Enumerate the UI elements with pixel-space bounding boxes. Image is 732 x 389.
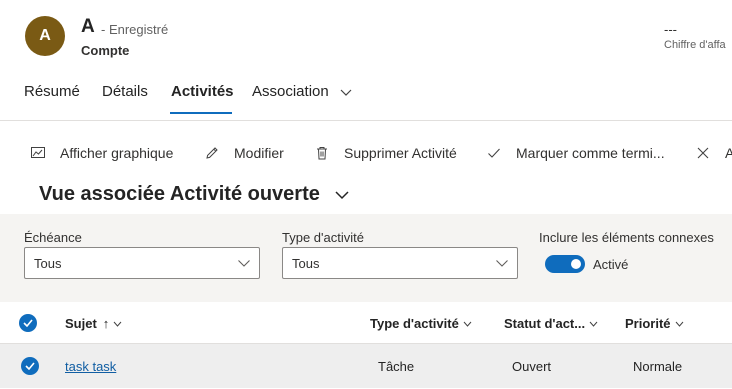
delete-activity-button[interactable]: Supprimer Activité bbox=[314, 138, 457, 168]
row-activity-type: Tâche bbox=[378, 359, 415, 374]
tab-association[interactable]: Association bbox=[252, 83, 329, 100]
more-command-label: A bbox=[725, 145, 732, 161]
header-field-label: Chiffre d'affa bbox=[664, 39, 726, 51]
pencil-icon bbox=[206, 147, 218, 159]
column-header-activity-type[interactable]: Type d'activité bbox=[370, 316, 472, 331]
record-entity-type: Compte bbox=[81, 43, 130, 58]
activity-type-filter-value: Tous bbox=[292, 255, 320, 271]
include-related-label: Inclure les éléments connexes bbox=[539, 230, 714, 245]
chart-icon bbox=[31, 147, 45, 158]
mark-complete-label: Marquer comme termi... bbox=[516, 145, 665, 161]
select-all-checkbox[interactable] bbox=[19, 314, 37, 332]
chevron-down-icon bbox=[589, 321, 598, 327]
active-tab-indicator bbox=[170, 112, 232, 114]
show-chart-label: Afficher graphique bbox=[60, 145, 174, 161]
chevron-down-icon bbox=[675, 321, 683, 327]
grid-header-row: Sujet ↑ Type d'activité Statut d'act... … bbox=[0, 302, 732, 344]
sort-ascending-icon: ↑ bbox=[102, 316, 110, 331]
row-priority: Normale bbox=[633, 359, 683, 374]
tab-summary[interactable]: Résumé bbox=[24, 83, 80, 100]
due-filter-value: Tous bbox=[34, 255, 62, 271]
more-command-button[interactable]: A bbox=[695, 138, 732, 168]
close-icon bbox=[697, 147, 709, 159]
chevron-down-icon bbox=[496, 260, 508, 267]
edit-label: Modifier bbox=[234, 145, 284, 161]
form-tabs: Résumé Détails Activités Association bbox=[0, 76, 732, 116]
view-selector-title[interactable]: Vue associée Activité ouverte bbox=[39, 183, 320, 206]
toggle-knob bbox=[571, 259, 581, 269]
column-header-activity-type-label: Type d'activité bbox=[370, 316, 459, 331]
due-filter-dropdown[interactable]: Tous bbox=[24, 247, 260, 279]
column-header-subject[interactable]: Sujet ↑ bbox=[65, 316, 122, 331]
activity-type-filter-label: Type d'activité bbox=[282, 230, 364, 245]
chevron-down-icon bbox=[113, 321, 122, 327]
tab-activities[interactable]: Activités bbox=[171, 83, 234, 100]
column-header-activity-status-label: Statut d'act... bbox=[504, 316, 586, 331]
trash-icon bbox=[317, 147, 327, 160]
row-subject-link[interactable]: task task bbox=[65, 359, 116, 374]
tab-details[interactable]: Détails bbox=[102, 83, 148, 100]
chevron-down-icon[interactable] bbox=[333, 188, 351, 202]
row-checkbox[interactable] bbox=[21, 357, 39, 375]
column-header-priority-label: Priorité bbox=[625, 316, 671, 331]
filter-panel: Échéance Tous Type d'activité Tous Inclu… bbox=[0, 214, 732, 302]
record-title: A bbox=[81, 16, 95, 37]
record-save-status: - Enregistré bbox=[101, 22, 169, 37]
edit-button[interactable]: Modifier bbox=[204, 138, 284, 168]
include-related-toggle[interactable] bbox=[545, 255, 585, 273]
mark-complete-button[interactable]: Marquer comme termi... bbox=[486, 138, 665, 168]
divider bbox=[0, 120, 732, 121]
header-field-value: --- bbox=[664, 22, 677, 37]
chevron-down-icon bbox=[238, 260, 250, 267]
chevron-down-icon bbox=[463, 321, 472, 327]
row-activity-status: Ouvert bbox=[512, 359, 552, 374]
checkmark-icon bbox=[23, 319, 33, 327]
avatar: A bbox=[25, 16, 65, 56]
record-header: A A - Enregistré Compte --- Chiffre d'af… bbox=[0, 0, 732, 120]
column-header-subject-label: Sujet bbox=[65, 316, 97, 331]
checkmark-icon bbox=[25, 362, 35, 370]
include-related-state: Activé bbox=[593, 257, 629, 272]
delete-activity-label: Supprimer Activité bbox=[344, 145, 457, 161]
due-filter-label: Échéance bbox=[24, 230, 82, 245]
column-header-activity-status[interactable]: Statut d'act... bbox=[504, 316, 598, 331]
column-header-priority[interactable]: Priorité bbox=[625, 316, 684, 331]
checkmark-icon bbox=[488, 148, 500, 158]
chevron-down-icon[interactable] bbox=[339, 87, 353, 97]
table-row[interactable]: task task Tâche Ouvert Normale bbox=[0, 344, 732, 388]
show-chart-button[interactable]: Afficher graphique bbox=[30, 138, 173, 168]
activity-type-filter-dropdown[interactable]: Tous bbox=[282, 247, 518, 279]
command-bar: Afficher graphique Modifier Supprimer Ac… bbox=[0, 138, 732, 168]
